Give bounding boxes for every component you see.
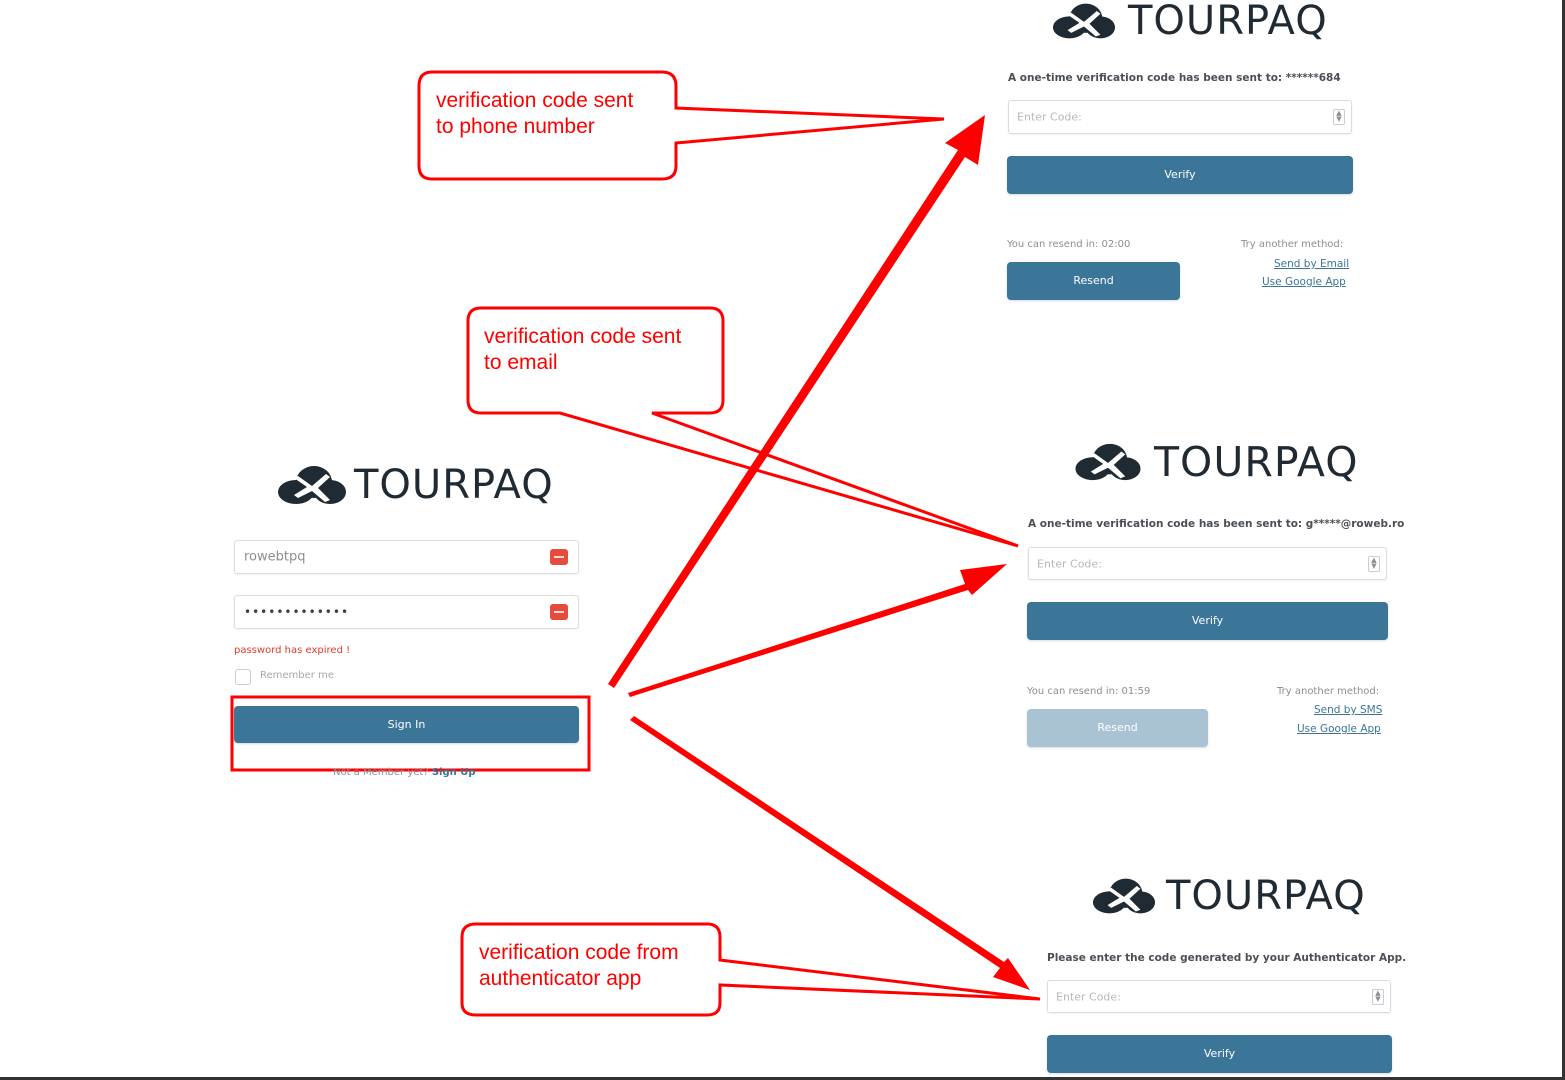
email-code-placeholder: Enter Code: bbox=[1037, 557, 1102, 570]
phone-code-input[interactable]: Enter Code: ▲ ▼ bbox=[1008, 100, 1352, 134]
login-logo: TOURPAQ bbox=[276, 462, 554, 508]
email-code-input[interactable]: Enter Code: ▲ ▼ bbox=[1028, 547, 1387, 580]
stepper-icon[interactable]: ▲ ▼ bbox=[1372, 988, 1384, 1005]
phone-resend-button[interactable]: Resend bbox=[1007, 262, 1180, 300]
brand-name: TOURPAQ bbox=[354, 462, 554, 508]
resend-label: Resend bbox=[1097, 721, 1138, 734]
password-error: password has expired ! bbox=[234, 645, 351, 656]
resend-label: Resend bbox=[1073, 274, 1114, 287]
remember-label: Remember me bbox=[260, 670, 334, 681]
cloud-plane-icon bbox=[1075, 443, 1141, 481]
stepper-icon[interactable]: ▲ ▼ bbox=[1333, 109, 1345, 125]
use-google-app-link[interactable]: Use Google App bbox=[1297, 723, 1381, 735]
app-instruction: Please enter the code generated by your … bbox=[1047, 952, 1407, 964]
username-field[interactable]: rowebtpq bbox=[234, 540, 579, 574]
callout-app-line-1: verification code from bbox=[479, 941, 679, 964]
callout-phone-line-1: verification code sent bbox=[436, 89, 634, 112]
email-verify-button[interactable]: Verify bbox=[1027, 602, 1388, 640]
app-code-input[interactable]: Enter Code: ▲ ▼ bbox=[1047, 980, 1391, 1013]
brand-name: TOURPAQ bbox=[1154, 437, 1359, 486]
verify-label: Verify bbox=[1191, 614, 1224, 627]
phone-panel-logo: TOURPAQ bbox=[1048, 0, 1328, 42]
email-panel-logo: TOURPAQ bbox=[1070, 440, 1359, 484]
email-sent-message: A one-time verification code has been se… bbox=[1028, 518, 1405, 530]
phone-try-another: Try another method: bbox=[1241, 239, 1344, 250]
phone-verify-button[interactable]: Verify bbox=[1007, 156, 1353, 194]
password-value: ••••••••••••• bbox=[244, 605, 350, 619]
callout-email-line-2: to email bbox=[484, 351, 558, 374]
cloud-plane-icon bbox=[1092, 878, 1156, 914]
sign-in-label: Sign In bbox=[387, 718, 426, 731]
sign-in-button[interactable]: Sign In bbox=[234, 706, 579, 743]
signup-prefix: Not a Member yet? bbox=[333, 767, 429, 778]
callout-phone-text: verification code sent to phone number bbox=[436, 88, 633, 140]
verify-label: Verify bbox=[1164, 168, 1196, 181]
signup-row: Not a Member yet? Sign Up bbox=[333, 767, 475, 778]
app-panel-logo: TOURPAQ bbox=[1088, 875, 1366, 917]
password-manager-icon[interactable] bbox=[550, 604, 568, 620]
remember-checkbox[interactable] bbox=[235, 669, 251, 685]
use-google-app-link[interactable]: Use Google App bbox=[1262, 276, 1346, 288]
email-resend-timer: You can resend in: 01:59 bbox=[1027, 686, 1151, 697]
password-field[interactable]: ••••••••••••• bbox=[234, 595, 579, 629]
brand-name: TOURPAQ bbox=[1166, 873, 1366, 919]
app-verify-button[interactable]: Verify bbox=[1047, 1035, 1392, 1073]
cloud-plane-icon bbox=[1052, 3, 1116, 39]
username-value: rowebtpq bbox=[244, 549, 306, 565]
email-resend-button[interactable]: Resend bbox=[1027, 709, 1208, 747]
callout-email-text: verification code sent to email bbox=[484, 324, 681, 376]
phone-resend-timer: You can resend in: 02:00 bbox=[1007, 239, 1131, 250]
arrow-to-email bbox=[628, 564, 1007, 697]
app-code-placeholder: Enter Code: bbox=[1056, 990, 1121, 1003]
send-by-sms-link[interactable]: Send by SMS bbox=[1314, 704, 1382, 716]
callout-app-text: verification code from authenticator app bbox=[479, 940, 679, 992]
verify-label: Verify bbox=[1203, 1047, 1236, 1060]
password-manager-icon[interactable] bbox=[550, 549, 568, 565]
phone-sent-message: A one-time verification code has been se… bbox=[1008, 72, 1341, 84]
callout-phone-line-2: to phone number bbox=[436, 115, 595, 138]
email-try-another: Try another method: bbox=[1277, 686, 1380, 697]
cloud-plane-icon bbox=[278, 466, 346, 504]
stepper-icon[interactable]: ▲ ▼ bbox=[1368, 555, 1380, 572]
callout-email-line-1: verification code sent bbox=[484, 325, 682, 348]
brand-name: TOURPAQ bbox=[1128, 0, 1328, 44]
signup-link[interactable]: Sign Up bbox=[432, 767, 476, 778]
send-by-email-link[interactable]: Send by Email bbox=[1274, 258, 1349, 270]
callout-app-line-2: authenticator app bbox=[479, 967, 642, 990]
phone-code-placeholder: Enter Code: bbox=[1017, 110, 1082, 124]
